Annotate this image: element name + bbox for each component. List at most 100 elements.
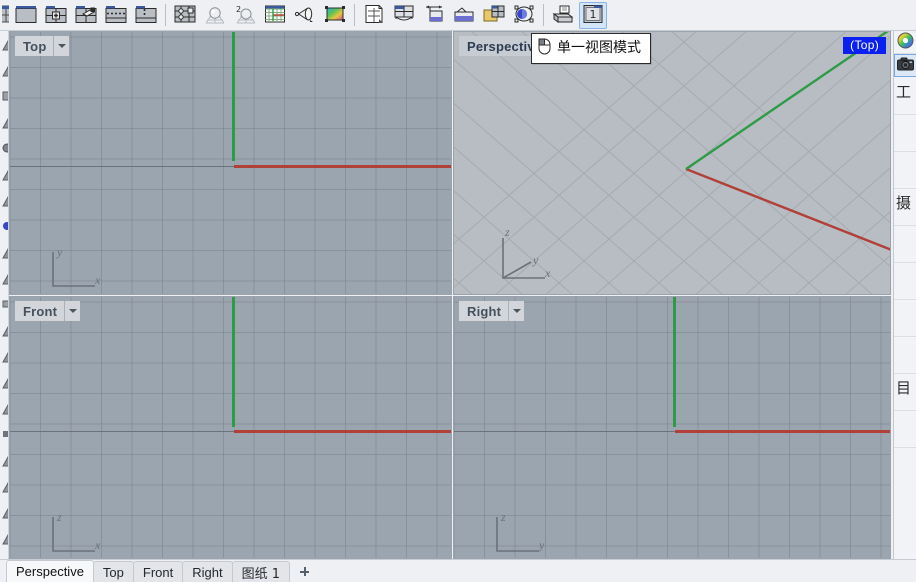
print-icon xyxy=(552,4,574,27)
tab-top[interactable]: Top xyxy=(92,561,134,582)
detail-four-view-icon xyxy=(393,4,415,27)
tab-perspective[interactable]: Perspective xyxy=(6,560,94,582)
toolbar-button-viewport-four-split[interactable] xyxy=(42,2,70,29)
left-tool-icon-21[interactable] xyxy=(0,551,8,559)
camera-lens-icon xyxy=(294,4,316,27)
toolbar-button-single-view-mode[interactable]: 1 xyxy=(579,1,607,29)
left-vertical-toolbar[interactable] xyxy=(0,31,9,559)
z-axis-front xyxy=(232,297,235,427)
svg-text:2: 2 xyxy=(236,5,241,14)
left-tool-icon-16[interactable] xyxy=(0,421,8,446)
left-tool-icon-12[interactable] xyxy=(0,317,8,342)
right-panel-row[interactable] xyxy=(894,152,916,189)
viewport-menu-arrow-top[interactable] xyxy=(53,36,70,56)
viewport-front[interactable]: Front z x xyxy=(9,296,452,559)
left-tool-icon-14[interactable] xyxy=(0,369,8,394)
camera-tab[interactable] xyxy=(894,54,916,77)
right-panel-row[interactable] xyxy=(894,337,916,374)
right-panel-row[interactable] xyxy=(894,300,916,337)
grid-top xyxy=(10,32,451,294)
left-tool-icon-3[interactable] xyxy=(0,83,8,108)
left-tool-icon-2[interactable] xyxy=(0,57,8,82)
toolbar-button-detail-scale[interactable] xyxy=(420,2,448,29)
viewport-split-drag-icon xyxy=(75,4,97,27)
right-panel-row[interactable]: 摄 xyxy=(894,189,916,226)
grid-front xyxy=(10,297,451,558)
single-view-mode-icon: 1 xyxy=(582,4,604,27)
application-window: 2 1 Top y x Perspective (Top) z y x Fron… xyxy=(0,0,916,582)
right-panel-tabstrip[interactable] xyxy=(894,31,916,77)
viewport-horizontal-split-icon xyxy=(105,4,127,27)
tooltip-single-view-mode: 单一视图模式 xyxy=(531,33,651,64)
detail-insert-icon xyxy=(453,4,475,27)
toolbar-button-viewport-properties[interactable] xyxy=(171,2,199,29)
toolbar-button-rendered-sphere[interactable]: 2 xyxy=(231,2,259,29)
toolbar-button-detail-rotate[interactable] xyxy=(510,2,538,29)
left-tool-icon-6[interactable] xyxy=(0,161,8,186)
viewport-menu-arrow-right[interactable] xyxy=(508,301,525,321)
viewport-layout-partial-icon xyxy=(2,4,9,27)
right-panel-row[interactable] xyxy=(894,226,916,263)
toolbar-button-detail-four-view[interactable] xyxy=(390,2,418,29)
mouse-icon xyxy=(538,38,551,58)
viewport-perspective[interactable]: Perspective (Top) z y x xyxy=(453,31,891,295)
right-panel-row[interactable]: 目 xyxy=(894,374,916,411)
left-tool-icon-15[interactable] xyxy=(0,395,8,420)
render-preview-icon xyxy=(324,4,346,27)
left-tool-icon-4[interactable] xyxy=(0,109,8,134)
viewport-top[interactable]: Top y x xyxy=(9,31,452,295)
viewport-tab-bar: Perspective Top Front Right 图纸 1 xyxy=(0,559,916,582)
left-tool-icon-10[interactable] xyxy=(0,265,8,290)
viewport-title-front[interactable]: Front xyxy=(15,301,81,321)
toolbar-button-grid-settings[interactable] xyxy=(261,2,289,29)
right-panel-row-label: 目 xyxy=(896,379,912,397)
left-tool-icon-11[interactable] xyxy=(0,291,8,316)
viewport-menu-arrow-front[interactable] xyxy=(64,301,81,321)
toolbar-button-viewport-layout-partial[interactable] xyxy=(1,2,10,29)
tab-front[interactable]: Front xyxy=(132,561,184,582)
new-layout-page-icon xyxy=(363,4,385,27)
main-toolbar: 2 1 xyxy=(0,0,916,31)
right-side-panel[interactable]: 工 摄 目 xyxy=(893,31,916,559)
color-wheel-tab[interactable] xyxy=(894,31,916,54)
toolbar-button-viewport-single[interactable] xyxy=(12,2,40,29)
tab-right[interactable]: Right xyxy=(182,561,233,582)
left-tool-icon-5[interactable] xyxy=(0,135,8,160)
left-tool-icon-13[interactable] xyxy=(0,343,8,368)
right-panel-row[interactable] xyxy=(894,115,916,152)
left-tool-icon-1[interactable] xyxy=(0,31,8,56)
left-tool-icon-7[interactable] xyxy=(0,187,8,212)
toolbar-button-detail-folder[interactable] xyxy=(480,2,508,29)
right-panel-row[interactable]: 工 xyxy=(894,78,916,115)
grid-right xyxy=(454,297,890,558)
viewport-title-label-right: Right xyxy=(459,301,509,321)
toolbar-button-viewport-horizontal-split[interactable] xyxy=(102,2,130,29)
toolbar-button-new-layout-page[interactable] xyxy=(360,2,388,29)
toolbar-button-camera-lens[interactable] xyxy=(291,2,319,29)
grid-perspective xyxy=(454,32,890,294)
camera-icon xyxy=(897,57,914,74)
rendered-sphere-icon: 2 xyxy=(234,4,256,27)
left-tool-icon-8[interactable] xyxy=(0,213,8,238)
right-panel-row[interactable] xyxy=(894,263,916,300)
left-tool-icon-17[interactable] xyxy=(0,447,8,472)
add-layout-button[interactable] xyxy=(292,561,316,582)
plus-icon xyxy=(299,567,309,576)
viewport-title-right[interactable]: Right xyxy=(459,301,525,321)
viewport-title-top[interactable]: Top xyxy=(15,36,70,56)
left-tool-icon-9[interactable] xyxy=(0,239,8,264)
viewport-right[interactable]: Right z y xyxy=(453,296,891,559)
toolbar-button-print[interactable] xyxy=(549,2,577,29)
left-tool-icon-20[interactable] xyxy=(0,525,8,550)
toolbar-button-shaded-sphere[interactable] xyxy=(201,2,229,29)
toolbar-button-render-preview[interactable] xyxy=(321,2,349,29)
tab-layout-sheet-1[interactable]: 图纸 1 xyxy=(231,561,290,582)
left-tool-icon-18[interactable] xyxy=(0,473,8,498)
toolbar-button-viewport-split-drag[interactable] xyxy=(72,2,100,29)
viewport-title-label-front: Front xyxy=(15,301,65,321)
toolbar-button-viewport-vertical-split[interactable] xyxy=(132,2,160,29)
right-panel-row[interactable] xyxy=(894,411,916,448)
left-tool-icon-19[interactable] xyxy=(0,499,8,524)
toolbar-button-detail-insert[interactable] xyxy=(450,2,478,29)
viewport-container: Top y x Perspective (Top) z y x Front z … xyxy=(9,31,891,559)
